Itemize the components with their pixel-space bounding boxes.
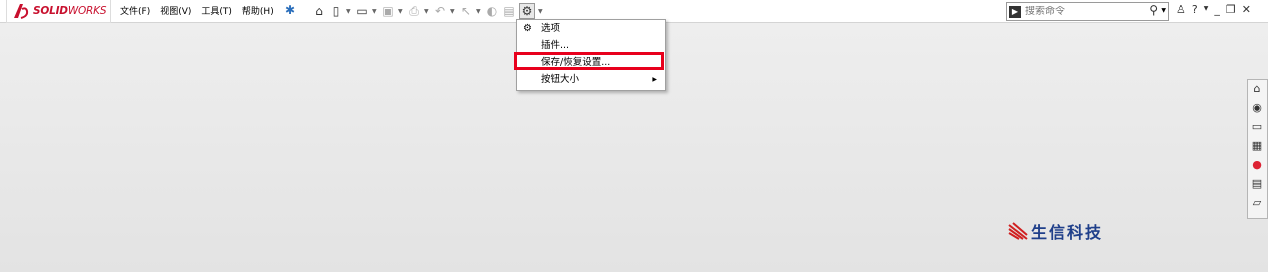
new-document-icon[interactable]: ▯	[329, 4, 343, 18]
custom-properties-icon[interactable]: ▤	[1250, 177, 1264, 191]
close-icon[interactable]: ✕	[1242, 3, 1251, 16]
task-pane-tabs: ⌂ ◉ ▭ ▦ ● ▤ ▱	[1247, 79, 1268, 219]
rebuild-icon[interactable]: ◐	[485, 4, 499, 18]
solidworks-logo[interactable]: SOLIDWORKS	[6, 0, 112, 23]
menu-file[interactable]: 文件(F)	[120, 4, 150, 17]
options-gear-icon[interactable]: ⚙	[519, 3, 535, 19]
help-icon[interactable]: ?	[1192, 3, 1198, 16]
select-dropdown-icon[interactable]: ▼	[476, 8, 482, 15]
undo-dropdown-icon[interactable]: ▼	[450, 8, 456, 15]
watermark-logo-icon	[1008, 222, 1028, 240]
search-icon[interactable]: ⚲	[1149, 3, 1158, 17]
view-palette-icon[interactable]: ▦	[1250, 139, 1264, 153]
search-dropdown-icon[interactable]: ▼	[1161, 7, 1166, 14]
menu-view[interactable]: 视图(V)	[160, 4, 191, 17]
file-properties-icon[interactable]: ▤	[502, 4, 516, 18]
menu-bar: 文件(F) 视图(V) 工具(T) 帮助(H)	[120, 4, 274, 17]
save-dropdown-icon[interactable]: ▼	[398, 8, 404, 15]
highlight-box	[514, 52, 664, 70]
watermark: 生信科技	[1008, 219, 1103, 243]
appearances-icon[interactable]: ●	[1250, 158, 1264, 172]
quick-access-toolbar: ⌂ ▯ ▼ ▭ ▼ ▣ ▼ ⎙ ▼ ↶ ▼ ↖ ▼ ◐ ▤ ⚙ ▼	[312, 3, 544, 19]
file-explorer-icon[interactable]: ▭	[1250, 120, 1264, 134]
menu-tools[interactable]: 工具(T)	[201, 4, 232, 17]
menu-help[interactable]: 帮助(H)	[242, 4, 274, 17]
search-box: ▶ ⚲ ▼	[1006, 2, 1169, 21]
help-dropdown-icon[interactable]: ▼	[1204, 3, 1209, 16]
command-search-icon: ▶	[1009, 5, 1021, 18]
menu-item-options[interactable]: ⚙ 选项	[517, 21, 665, 37]
submenu-arrow-icon: ▶	[652, 76, 657, 83]
restore-icon[interactable]: ❐	[1226, 3, 1236, 16]
search-input[interactable]	[1025, 6, 1145, 17]
print-dropdown-icon[interactable]: ▼	[424, 8, 430, 15]
home-icon[interactable]: ⌂	[1250, 82, 1264, 96]
undo-icon[interactable]: ↶	[433, 4, 447, 18]
save-icon[interactable]: ▣	[381, 4, 395, 18]
options-dropdown-icon[interactable]: ▼	[538, 8, 544, 15]
print-icon[interactable]: ⎙	[407, 4, 421, 18]
user-icon[interactable]: ♙	[1176, 3, 1186, 16]
open-folder-icon[interactable]: ▭	[355, 4, 369, 18]
window-controls: ♙ ? ▼ _ ❐ ✕	[1176, 3, 1251, 16]
forum-icon[interactable]: ▱	[1250, 196, 1264, 210]
open-dropdown-icon[interactable]: ▼	[372, 8, 378, 15]
pin-icon[interactable]: ✱	[285, 3, 295, 17]
new-dropdown-icon[interactable]: ▼	[346, 8, 352, 15]
minimize-icon[interactable]: _	[1214, 3, 1220, 16]
select-icon[interactable]: ↖	[459, 4, 473, 18]
parts-library-icon[interactable]: ◉	[1250, 101, 1264, 115]
home-icon[interactable]: ⌂	[312, 4, 326, 18]
menu-item-button-size[interactable]: 按钮大小 ▶	[517, 72, 665, 88]
gear-icon: ⚙	[523, 23, 532, 34]
brand-text: SOLIDWORKS	[33, 5, 107, 17]
ds-logo-icon	[14, 4, 29, 19]
